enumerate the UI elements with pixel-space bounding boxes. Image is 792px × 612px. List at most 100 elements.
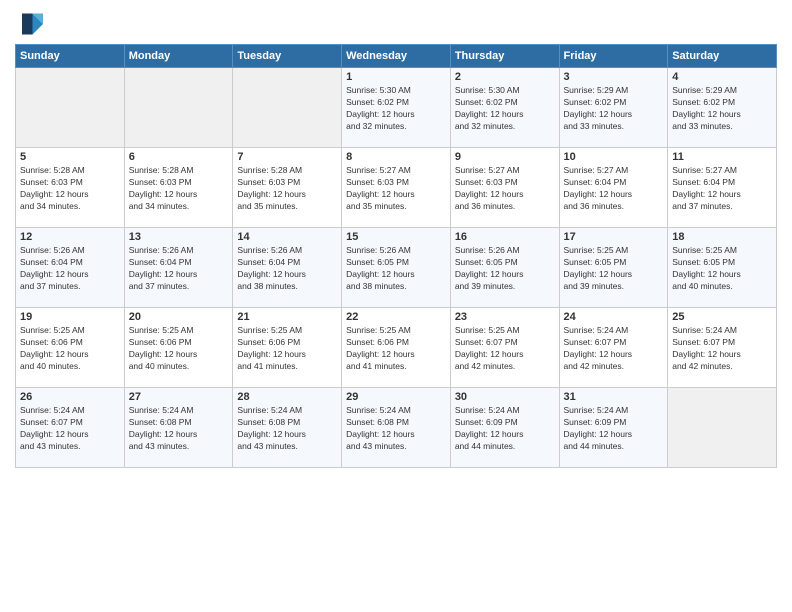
day-number: 25 xyxy=(672,311,772,323)
day-number: 12 xyxy=(20,231,120,243)
day-number: 24 xyxy=(564,311,664,323)
weekday-header-saturday: Saturday xyxy=(668,45,777,68)
weekday-header-thursday: Thursday xyxy=(450,45,559,68)
weekday-header-friday: Friday xyxy=(559,45,668,68)
day-info: Sunrise: 5:28 AM Sunset: 6:03 PM Dayligh… xyxy=(20,165,120,213)
day-number: 27 xyxy=(129,391,229,403)
day-number: 4 xyxy=(672,71,772,83)
day-info: Sunrise: 5:27 AM Sunset: 6:03 PM Dayligh… xyxy=(455,165,555,213)
calendar-cell xyxy=(668,388,777,468)
header xyxy=(15,10,777,38)
day-info: Sunrise: 5:25 AM Sunset: 6:06 PM Dayligh… xyxy=(237,325,337,373)
calendar-cell: 4 Sunrise: 5:29 AM Sunset: 6:02 PM Daylig… xyxy=(668,68,777,148)
calendar-week-row: 19 Sunrise: 5:25 AM Sunset: 6:06 PM Dayli… xyxy=(16,308,777,388)
calendar-cell: 30 Sunrise: 5:24 AM Sunset: 6:09 PM Dayli… xyxy=(450,388,559,468)
day-number: 26 xyxy=(20,391,120,403)
day-info: Sunrise: 5:25 AM Sunset: 6:07 PM Dayligh… xyxy=(455,325,555,373)
day-info: Sunrise: 5:27 AM Sunset: 6:04 PM Dayligh… xyxy=(564,165,664,213)
calendar-week-row: 1 Sunrise: 5:30 AM Sunset: 6:02 PM Daylig… xyxy=(16,68,777,148)
calendar-cell: 3 Sunrise: 5:29 AM Sunset: 6:02 PM Daylig… xyxy=(559,68,668,148)
page: SundayMondayTuesdayWednesdayThursdayFrid… xyxy=(0,0,792,612)
day-number: 5 xyxy=(20,151,120,163)
day-info: Sunrise: 5:24 AM Sunset: 6:07 PM Dayligh… xyxy=(672,325,772,373)
logo-icon xyxy=(15,10,43,38)
day-number: 1 xyxy=(346,71,446,83)
day-info: Sunrise: 5:24 AM Sunset: 6:08 PM Dayligh… xyxy=(346,405,446,453)
day-number: 11 xyxy=(672,151,772,163)
calendar-cell: 31 Sunrise: 5:24 AM Sunset: 6:09 PM Dayli… xyxy=(559,388,668,468)
day-number: 3 xyxy=(564,71,664,83)
calendar-cell xyxy=(16,68,125,148)
day-info: Sunrise: 5:24 AM Sunset: 6:08 PM Dayligh… xyxy=(129,405,229,453)
calendar-cell: 19 Sunrise: 5:25 AM Sunset: 6:06 PM Dayli… xyxy=(16,308,125,388)
calendar-week-row: 26 Sunrise: 5:24 AM Sunset: 6:07 PM Dayli… xyxy=(16,388,777,468)
weekday-header-monday: Monday xyxy=(124,45,233,68)
calendar-week-row: 12 Sunrise: 5:26 AM Sunset: 6:04 PM Dayli… xyxy=(16,228,777,308)
day-info: Sunrise: 5:30 AM Sunset: 6:02 PM Dayligh… xyxy=(346,85,446,133)
day-number: 23 xyxy=(455,311,555,323)
weekday-header-sunday: Sunday xyxy=(16,45,125,68)
calendar-cell: 2Sunrise: 5:30 AM Sunset: 6:02 PM Daylig… xyxy=(450,68,559,148)
weekday-header-wednesday: Wednesday xyxy=(342,45,451,68)
day-number: 31 xyxy=(564,391,664,403)
day-number: 9 xyxy=(455,151,555,163)
calendar-cell: 24 Sunrise: 5:24 AM Sunset: 6:07 PM Dayli… xyxy=(559,308,668,388)
calendar-cell: 27 Sunrise: 5:24 AM Sunset: 6:08 PM Dayli… xyxy=(124,388,233,468)
day-info: Sunrise: 5:24 AM Sunset: 6:07 PM Dayligh… xyxy=(564,325,664,373)
day-info: Sunrise: 5:28 AM Sunset: 6:03 PM Dayligh… xyxy=(237,165,337,213)
calendar-cell: 22 Sunrise: 5:25 AM Sunset: 6:06 PM Dayli… xyxy=(342,308,451,388)
day-info: Sunrise: 5:29 AM Sunset: 6:02 PM Dayligh… xyxy=(672,85,772,133)
day-number: 28 xyxy=(237,391,337,403)
calendar-cell xyxy=(233,68,342,148)
calendar-cell: 12 Sunrise: 5:26 AM Sunset: 6:04 PM Dayli… xyxy=(16,228,125,308)
calendar-cell: 23 Sunrise: 5:25 AM Sunset: 6:07 PM Dayli… xyxy=(450,308,559,388)
day-info: Sunrise: 5:24 AM Sunset: 6:07 PM Dayligh… xyxy=(20,405,120,453)
day-number: 29 xyxy=(346,391,446,403)
day-info: Sunrise: 5:28 AM Sunset: 6:03 PM Dayligh… xyxy=(129,165,229,213)
calendar-cell: 25 Sunrise: 5:24 AM Sunset: 6:07 PM Dayli… xyxy=(668,308,777,388)
day-info: Sunrise: 5:26 AM Sunset: 6:04 PM Dayligh… xyxy=(20,245,120,293)
day-info: Sunrise: 5:25 AM Sunset: 6:06 PM Dayligh… xyxy=(346,325,446,373)
day-info: Sunrise: 5:25 AM Sunset: 6:05 PM Dayligh… xyxy=(564,245,664,293)
calendar-cell: 18 Sunrise: 5:25 AM Sunset: 6:05 PM Dayli… xyxy=(668,228,777,308)
day-number: 19 xyxy=(20,311,120,323)
calendar-cell: 29 Sunrise: 5:24 AM Sunset: 6:08 PM Dayli… xyxy=(342,388,451,468)
calendar-cell: 6 Sunrise: 5:28 AM Sunset: 6:03 PM Daylig… xyxy=(124,148,233,228)
calendar-cell: 17 Sunrise: 5:25 AM Sunset: 6:05 PM Dayli… xyxy=(559,228,668,308)
day-number: 2 xyxy=(455,71,555,83)
calendar-week-row: 5 Sunrise: 5:28 AM Sunset: 6:03 PM Daylig… xyxy=(16,148,777,228)
calendar-cell: 11Sunrise: 5:27 AM Sunset: 6:04 PM Dayli… xyxy=(668,148,777,228)
calendar-cell xyxy=(124,68,233,148)
day-number: 15 xyxy=(346,231,446,243)
day-info: Sunrise: 5:25 AM Sunset: 6:05 PM Dayligh… xyxy=(672,245,772,293)
weekday-header-tuesday: Tuesday xyxy=(233,45,342,68)
day-number: 6 xyxy=(129,151,229,163)
day-info: Sunrise: 5:24 AM Sunset: 6:08 PM Dayligh… xyxy=(237,405,337,453)
logo xyxy=(15,10,47,38)
calendar-cell: 28 Sunrise: 5:24 AM Sunset: 6:08 PM Dayli… xyxy=(233,388,342,468)
day-number: 30 xyxy=(455,391,555,403)
day-number: 21 xyxy=(237,311,337,323)
day-number: 22 xyxy=(346,311,446,323)
calendar-cell: 16Sunrise: 5:26 AM Sunset: 6:05 PM Dayli… xyxy=(450,228,559,308)
day-number: 18 xyxy=(672,231,772,243)
day-number: 20 xyxy=(129,311,229,323)
day-info: Sunrise: 5:25 AM Sunset: 6:06 PM Dayligh… xyxy=(129,325,229,373)
calendar-cell: 7 Sunrise: 5:28 AM Sunset: 6:03 PM Daylig… xyxy=(233,148,342,228)
calendar-cell: 21 Sunrise: 5:25 AM Sunset: 6:06 PM Dayli… xyxy=(233,308,342,388)
day-info: Sunrise: 5:24 AM Sunset: 6:09 PM Dayligh… xyxy=(564,405,664,453)
calendar-cell: 10Sunrise: 5:27 AM Sunset: 6:04 PM Dayli… xyxy=(559,148,668,228)
day-info: Sunrise: 5:24 AM Sunset: 6:09 PM Dayligh… xyxy=(455,405,555,453)
weekday-header-row: SundayMondayTuesdayWednesdayThursdayFrid… xyxy=(16,45,777,68)
day-number: 13 xyxy=(129,231,229,243)
day-info: Sunrise: 5:27 AM Sunset: 6:03 PM Dayligh… xyxy=(346,165,446,213)
day-number: 8 xyxy=(346,151,446,163)
day-info: Sunrise: 5:25 AM Sunset: 6:06 PM Dayligh… xyxy=(20,325,120,373)
day-number: 7 xyxy=(237,151,337,163)
day-info: Sunrise: 5:26 AM Sunset: 6:05 PM Dayligh… xyxy=(346,245,446,293)
day-info: Sunrise: 5:29 AM Sunset: 6:02 PM Dayligh… xyxy=(564,85,664,133)
day-number: 17 xyxy=(564,231,664,243)
calendar-cell: 1 Sunrise: 5:30 AM Sunset: 6:02 PM Daylig… xyxy=(342,68,451,148)
calendar-cell: 15 Sunrise: 5:26 AM Sunset: 6:05 PM Dayli… xyxy=(342,228,451,308)
calendar-table: SundayMondayTuesdayWednesdayThursdayFrid… xyxy=(15,44,777,468)
